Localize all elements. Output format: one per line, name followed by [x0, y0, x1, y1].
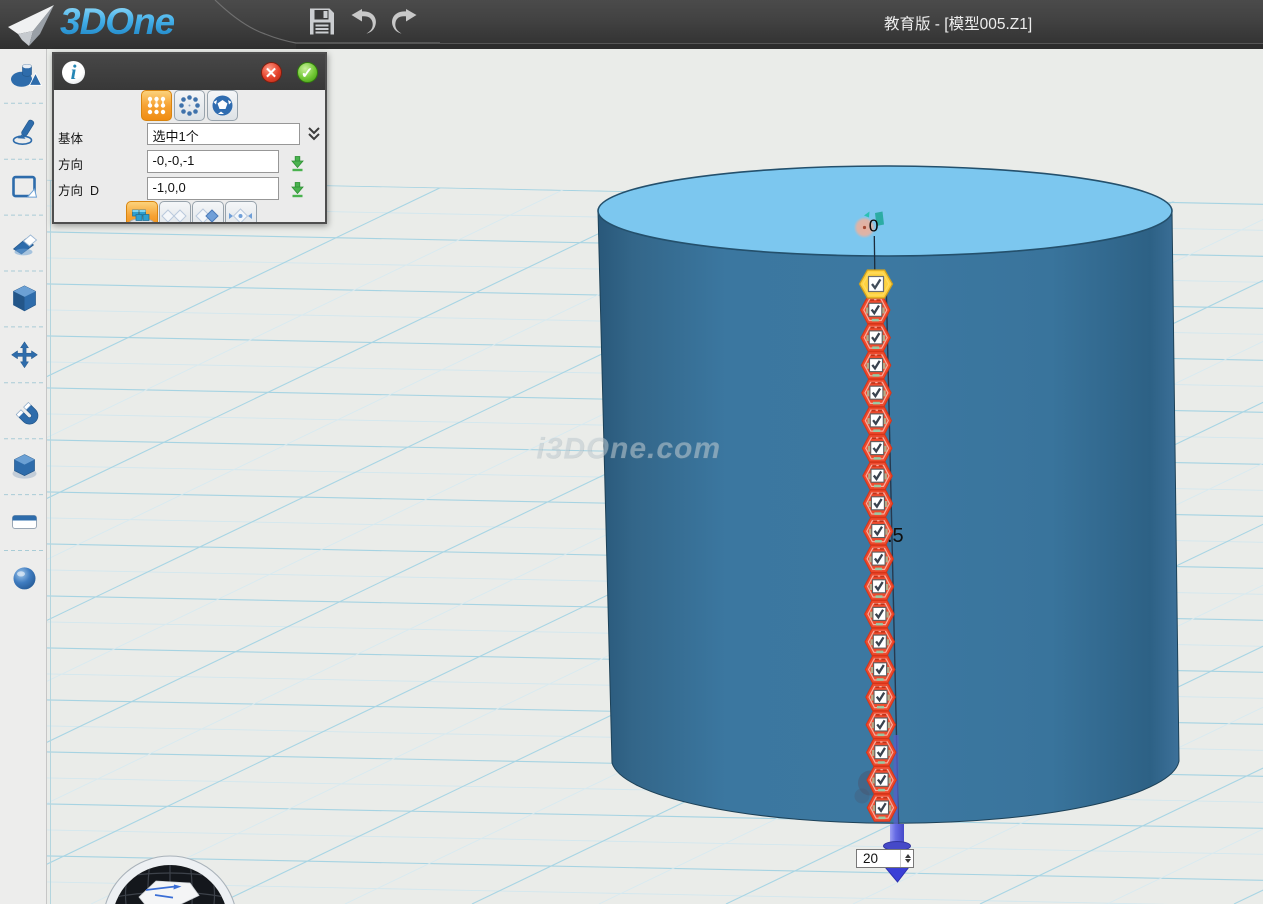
svg-text:.5: .5 [887, 525, 904, 547]
svg-text:0: 0 [869, 216, 879, 236]
